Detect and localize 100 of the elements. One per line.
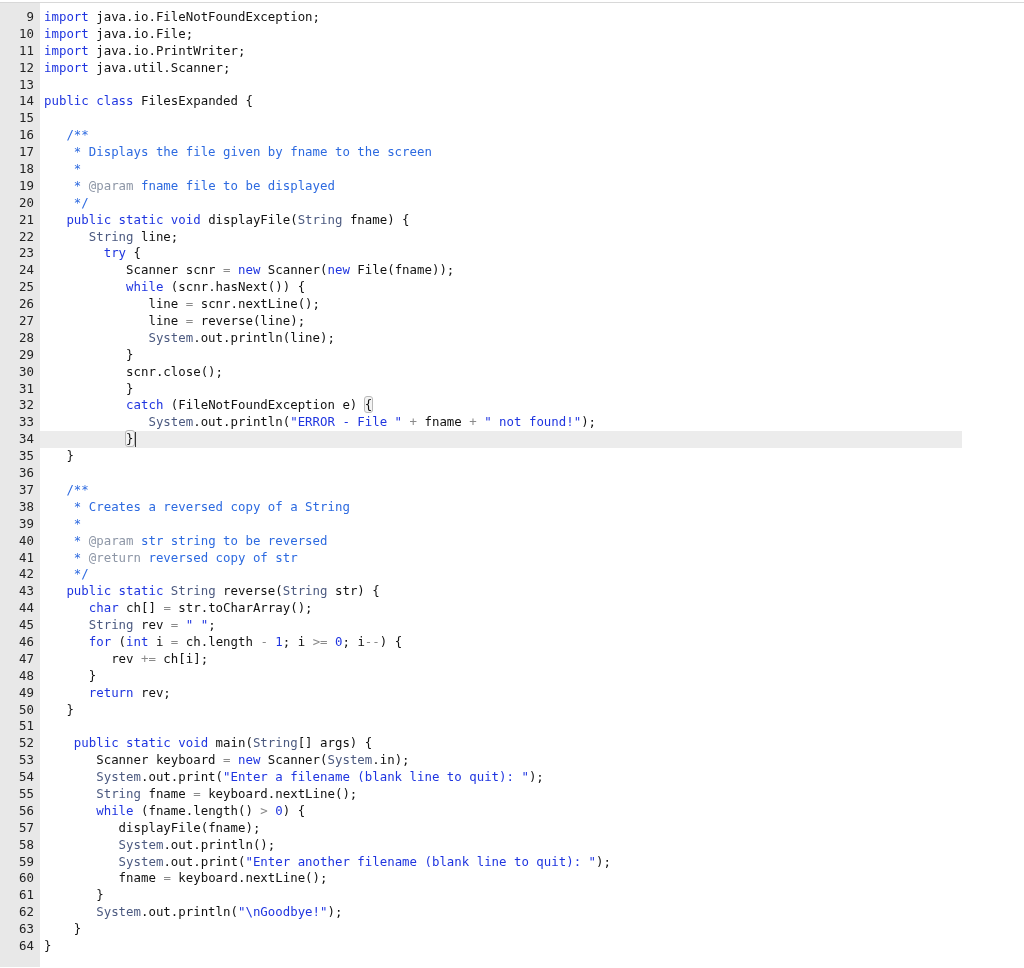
code-line: public class FilesExpanded { [44, 93, 253, 111]
code-line: fname = keyboard.nextLine(); [118, 870, 328, 888]
line-number: 44 [19, 600, 34, 618]
code-line: Scanner scnr = new Scanner(new File(fname)); [126, 262, 455, 280]
line-number: 32 [19, 397, 34, 415]
code-line: } [88, 667, 97, 685]
code-line: System.out.print("Enter another filename (blank line to quit): "); [118, 853, 611, 871]
line-number: 28 [19, 329, 34, 347]
code-line: scnr.close(); [126, 363, 224, 381]
code-line: import java.util.Scanner; [44, 59, 231, 77]
code-line: String line; [88, 228, 179, 246]
line-number: 40 [19, 532, 34, 550]
code-line: } [126, 380, 134, 398]
code-line: } [73, 921, 82, 938]
line-number: 62 [19, 904, 34, 922]
code-line: line = scnr.nextLine(); [148, 296, 321, 314]
line-number: 22 [19, 228, 34, 246]
code-line: line = reverse(line); [148, 313, 306, 330]
line-number: 43 [19, 583, 34, 601]
line-number: 56 [19, 802, 34, 820]
code-line: try { [103, 245, 141, 263]
line-number: 33 [19, 414, 34, 432]
line-number: 13 [19, 76, 34, 94]
text-cursor [134, 432, 136, 448]
line-number: 14 [19, 93, 34, 111]
code-line: while (scnr.hasNext()) { [126, 279, 306, 297]
code-line: char ch[] = str.toCharArray(); [88, 600, 313, 618]
code-line: } [96, 887, 104, 905]
code-line: System.out.println(line); [148, 329, 335, 347]
line-number: 55 [19, 785, 34, 803]
code-line: System.out.print("Enter a filename (blank line to quit): "); [96, 769, 544, 786]
line-number: 54 [19, 769, 34, 786]
line-number: 50 [19, 701, 34, 719]
line-number: 26 [19, 296, 34, 314]
line-number: 17 [19, 144, 34, 162]
line-number: 20 [19, 194, 34, 212]
line-number: 53 [19, 752, 34, 770]
line-number: 31 [19, 380, 34, 398]
line-number: 37 [19, 481, 34, 499]
code-line: catch (FileNotFoundException e) { [126, 397, 373, 415]
line-number: 41 [19, 549, 34, 567]
code-line: import java.io.FileNotFoundException; [44, 9, 321, 26]
code-line: import java.io.File; [44, 25, 194, 43]
line-number: 18 [19, 161, 34, 178]
line-number: 19 [19, 177, 34, 195]
code-line: */ [73, 566, 89, 584]
line-number: 9 [26, 9, 34, 26]
line-number: 64 [19, 938, 34, 955]
code-line: String fname = keyboard.nextLine(); [96, 785, 358, 803]
line-number: 35 [19, 448, 34, 466]
code-line: public static void displayFile(String fname) { [66, 211, 410, 229]
line-number: 16 [19, 127, 34, 145]
line-number: 21 [19, 211, 34, 229]
line-number: 15 [19, 110, 34, 128]
code-line: } [126, 346, 134, 364]
line-number: 60 [19, 870, 34, 888]
code-line: * @param fname file to be displayed [73, 177, 335, 195]
code-line: while (fname.length() > 0) { [96, 802, 306, 820]
code-line: * [73, 515, 82, 533]
line-number: 47 [19, 650, 34, 668]
code-line: for (int i = ch.length - 1; i >= 0; i--) { [88, 633, 403, 651]
code-line: rev += ch[i]; [111, 650, 209, 668]
code-line: Scanner keyboard = new Scanner(System.in); [96, 752, 410, 770]
line-number: 25 [19, 279, 34, 297]
line-number: 36 [19, 465, 34, 482]
code-line: * @param str string to be reversed [73, 532, 328, 550]
code-line: /** [66, 127, 89, 145]
code-line: System.out.println("\nGoodbye!"); [96, 904, 343, 922]
line-number: 48 [19, 667, 34, 685]
line-number: 45 [19, 617, 34, 634]
code-line: System.out.println("ERROR - File " + fname + " not found!"); [148, 414, 597, 432]
line-number: 61 [19, 887, 34, 905]
line-number: 27 [19, 313, 34, 330]
line-number: 58 [19, 836, 34, 854]
line-number: 12 [19, 59, 34, 77]
code-line: return rev; [88, 684, 171, 702]
code-line: displayFile(fname); [118, 819, 261, 837]
line-number: 24 [19, 262, 34, 280]
line-number: 30 [19, 363, 34, 381]
code-line: } [66, 701, 74, 719]
line-number: 59 [19, 853, 34, 871]
code-line: import java.io.PrintWriter; [44, 42, 246, 60]
line-number: 51 [19, 718, 34, 736]
line-number: 29 [19, 346, 34, 364]
line-number: 57 [19, 819, 34, 837]
code-line: } [66, 448, 74, 466]
code-line: * [73, 161, 82, 178]
line-number: 23 [19, 245, 34, 263]
code-line: * Displays the file given by fname to the screen [73, 144, 432, 162]
code-line: } [44, 938, 52, 955]
line-number: 49 [19, 684, 34, 702]
code-line: public static String reverse(String str) { [66, 583, 380, 601]
line-number: 46 [19, 633, 34, 651]
code-line: * @return reversed copy of str [73, 549, 298, 567]
line-number: 38 [19, 498, 34, 516]
code-line: public static void main(String[] args) { [73, 735, 373, 753]
line-number: 34 [19, 431, 34, 449]
line-number: 52 [19, 735, 34, 753]
code-line: */ [73, 194, 89, 212]
line-number: 11 [19, 42, 34, 60]
